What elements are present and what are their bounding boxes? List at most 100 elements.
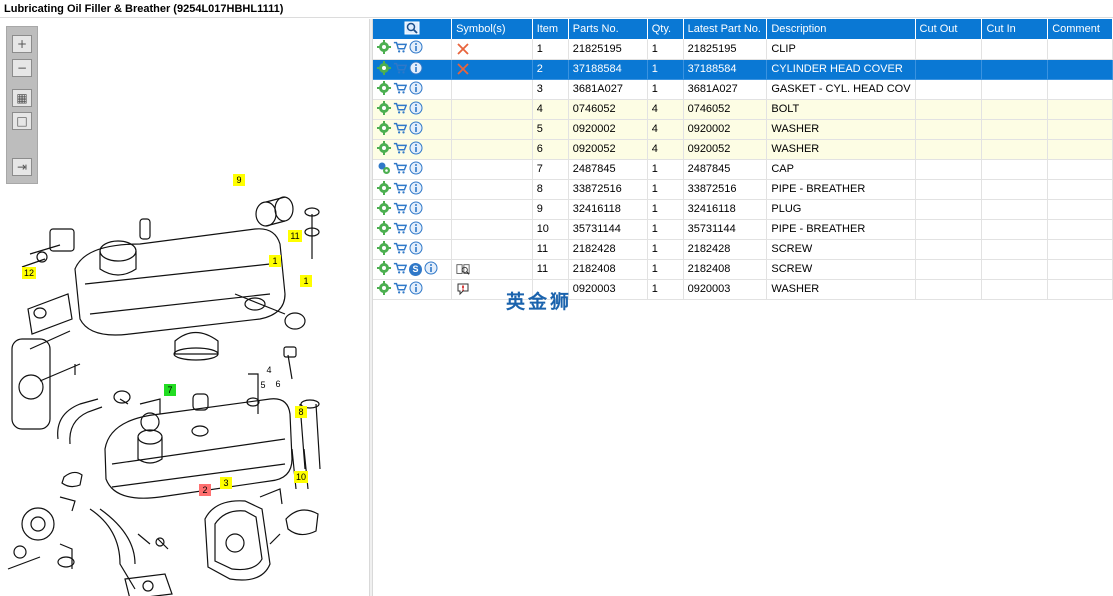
gear-icon[interactable]	[377, 120, 391, 138]
row-actions-cell	[373, 219, 453, 240]
info-icon[interactable]	[409, 141, 423, 158]
cart-icon[interactable]	[393, 241, 407, 258]
cart-icon[interactable]	[393, 181, 407, 198]
info-icon[interactable]	[409, 161, 423, 178]
info-icon[interactable]	[409, 181, 423, 198]
callout-3: 3	[220, 477, 232, 489]
gear-icon[interactable]	[377, 280, 391, 298]
gear-icon[interactable]	[377, 260, 391, 278]
table-row[interactable]: 3 3681A027 1 3681A027 GASKET - CYL. HEAD COV	[373, 79, 1113, 100]
info-icon[interactable]	[409, 221, 423, 238]
cart-icon[interactable]	[393, 281, 407, 298]
description-cell: GASKET - CYL. HEAD COV	[766, 79, 916, 100]
gear-icon[interactable]	[377, 180, 391, 198]
column-header-comment[interactable]: Comment	[1047, 19, 1113, 39]
gear-icon[interactable]	[377, 100, 391, 118]
assembly-gear-icon[interactable]	[377, 161, 391, 178]
column-header-parts-no[interactable]: Parts No.	[568, 19, 648, 39]
symbols-cell	[451, 259, 533, 280]
column-header-icons[interactable]	[373, 19, 453, 39]
zoom-in-icon[interactable]: +	[12, 35, 32, 53]
qty-cell: 1	[647, 279, 684, 300]
gear-icon[interactable]	[377, 80, 391, 98]
cart-icon[interactable]	[393, 81, 407, 98]
cart-icon[interactable]	[393, 121, 407, 138]
callout-9: 9	[233, 174, 245, 186]
column-header-cut-out[interactable]: Cut Out	[915, 19, 983, 39]
actual-size-icon[interactable]: □	[12, 112, 32, 130]
exploded-parts-diagram[interactable]: 9 11 1 1 12 7 8 2 3 10 4 5 6	[0, 19, 369, 596]
table-row[interactable]: 6 0920052 4 0920052 WASHER	[373, 139, 1113, 160]
symbols-cell	[451, 79, 533, 100]
qty-cell: 1	[647, 219, 684, 240]
callout-4: 4	[266, 365, 271, 375]
not-available-icon	[456, 42, 528, 56]
export-list-icon[interactable]: ⇥	[12, 158, 32, 176]
table-row[interactable]: S 11 2182408 1 2182408 SCREW	[373, 259, 1113, 280]
latest-part-no-cell: 0746052	[683, 99, 768, 120]
latest-part-no-cell: 0920002	[683, 119, 768, 140]
table-row[interactable]: 11 2182428 1 2182428 SCREW	[373, 239, 1113, 260]
cart-icon[interactable]	[393, 141, 407, 158]
info-icon[interactable]	[424, 261, 438, 278]
callout-label: 1	[303, 276, 308, 286]
cart-icon[interactable]	[393, 61, 407, 78]
info-icon[interactable]	[409, 101, 423, 118]
cart-icon[interactable]	[393, 221, 407, 238]
symbols-cell	[451, 199, 533, 220]
cart-icon[interactable]	[393, 261, 407, 278]
parts-no-cell: 0920003	[568, 279, 648, 300]
qty-cell: 1	[647, 159, 684, 180]
row-actions-cell	[373, 239, 453, 260]
gear-icon[interactable]	[377, 240, 391, 258]
table-row[interactable]: 0920003 1 0920003 WASHER	[373, 279, 1113, 300]
table-row[interactable]: 5 0920002 4 0920002 WASHER	[373, 119, 1113, 140]
column-header-item[interactable]: Item	[532, 19, 569, 39]
zoom-out-icon[interactable]: −	[12, 59, 32, 77]
info-icon[interactable]	[409, 201, 423, 218]
item-cell: 9	[532, 199, 569, 220]
info-icon[interactable]	[409, 121, 423, 138]
window-title: Lubricating Oil Filler & Breather (9254L…	[0, 0, 1113, 18]
table-row[interactable]: 4 0746052 4 0746052 BOLT	[373, 99, 1113, 120]
gear-icon[interactable]	[377, 220, 391, 238]
table-row[interactable]: 8 33872516 1 33872516 PIPE - BREATHER	[373, 179, 1113, 200]
column-header-latest-part-no[interactable]: Latest Part No.	[683, 19, 768, 39]
column-header-symbols[interactable]: Symbol(s)	[451, 19, 533, 39]
gear-icon[interactable]	[377, 140, 391, 158]
fit-all-icon[interactable]: ▦	[12, 89, 32, 107]
description-cell: WASHER	[766, 119, 916, 140]
info-icon[interactable]	[409, 40, 423, 57]
item-cell: 4	[532, 99, 569, 120]
column-header-qty[interactable]: Qty.	[647, 19, 684, 39]
gear-icon[interactable]	[377, 60, 391, 78]
table-row[interactable]: 9 32416118 1 32416118 PLUG	[373, 199, 1113, 220]
supersession-icon[interactable]: S	[409, 262, 422, 276]
diagram-pane[interactable]: 9 11 1 1 12 7 8 2 3 10 4 5 6 + − ▦ □ ⇥	[0, 19, 369, 596]
info-icon[interactable]	[409, 81, 423, 98]
row-actions-cell: S	[373, 259, 453, 280]
cart-icon[interactable]	[393, 201, 407, 218]
table-row[interactable]: 1 21825195 1 21825195 CLIP	[373, 39, 1113, 60]
qty-cell: 1	[647, 259, 684, 280]
table-row[interactable]: 2 37188584 1 37188584 CYLINDER HEAD COVER	[373, 59, 1113, 80]
comment-cell	[1047, 119, 1113, 140]
table-row[interactable]: 10 35731144 1 35731144 PIPE - BREATHER	[373, 219, 1113, 240]
table-row[interactable]: 7 2487845 1 2487845 CAP	[373, 159, 1113, 180]
cart-icon[interactable]	[393, 101, 407, 118]
info-icon[interactable]	[409, 241, 423, 258]
row-actions-cell	[373, 39, 453, 60]
gear-icon[interactable]	[377, 200, 391, 218]
info-icon[interactable]	[409, 281, 423, 298]
latest-part-no-cell: 0920003	[683, 279, 768, 300]
cart-icon[interactable]	[393, 161, 407, 178]
cart-icon[interactable]	[393, 40, 407, 57]
gear-icon[interactable]	[377, 40, 391, 57]
symbols-cell	[451, 139, 533, 160]
column-header-cut-in[interactable]: Cut In	[981, 19, 1049, 39]
column-chooser-icon[interactable]	[404, 21, 420, 35]
info-icon[interactable]	[409, 61, 423, 78]
callout-12: 12	[22, 267, 36, 279]
column-header-description[interactable]: Description	[766, 19, 916, 39]
reference-book-icon[interactable]	[456, 262, 528, 276]
